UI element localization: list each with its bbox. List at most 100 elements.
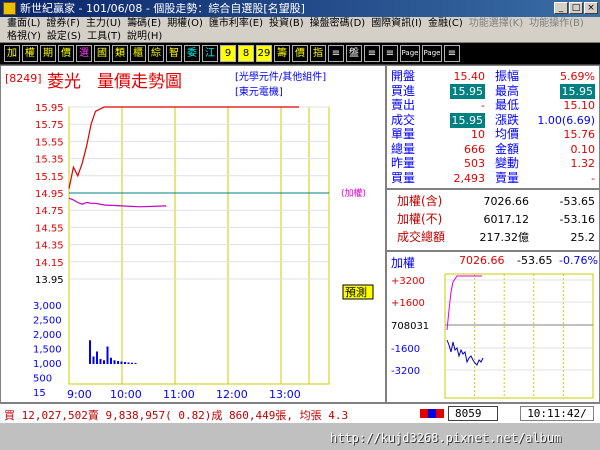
maximize-button[interactable]: □	[569, 2, 583, 14]
menu-item[interactable]: 格視(Y)	[4, 30, 44, 43]
toolbar-button[interactable]: 選	[76, 45, 92, 62]
menu-item[interactable]: 證券(F)	[43, 17, 83, 30]
toolbar-button[interactable]: Page	[422, 45, 442, 62]
index-value: 7026.66	[483, 195, 530, 208]
mini-index-change: -53.65	[517, 254, 553, 267]
menu-item[interactable]: 畫面(L)	[4, 17, 43, 30]
app-icon	[3, 2, 16, 15]
quote-label: 振幅	[495, 69, 520, 83]
quote-value: 2,493	[453, 171, 486, 185]
menu-item[interactable]: 金融(C)	[425, 17, 466, 30]
toolbar-button[interactable]: ≡	[328, 45, 344, 62]
index-change: 25.2	[570, 231, 596, 244]
quote-value: 15.76	[563, 128, 596, 141]
quote-label: 單量	[391, 127, 416, 141]
mini-tick-label: +1600	[391, 298, 425, 309]
toolbar-button[interactable]: 加	[4, 45, 20, 62]
menu-item[interactable]: 說明(H)	[124, 30, 165, 43]
mini-index-pct: -0.76%	[559, 254, 598, 267]
menu-item[interactable]: 功能選擇(K)	[466, 17, 526, 30]
chart-frame	[68, 106, 330, 385]
clock: 10:11:42/	[520, 406, 594, 421]
toolbar-button[interactable]: Page	[400, 45, 420, 62]
price-tick-label: 15.75	[35, 120, 64, 131]
mini-tick-label: -1600	[391, 344, 420, 355]
volume-tick-label: 1,500	[33, 345, 62, 356]
menu-item[interactable]: 籌碼(E)	[124, 17, 164, 30]
indicator-red-2	[436, 409, 444, 418]
quote-label: 漲跌	[495, 112, 520, 127]
quote-value: 15.95	[559, 83, 595, 99]
toolbar-button[interactable]: 8	[238, 45, 254, 62]
quote-value: 15.95	[449, 112, 485, 128]
volume-bar	[106, 346, 109, 364]
price-tick-label: 15.35	[35, 155, 64, 166]
quote-label: 賣出	[391, 98, 416, 112]
menu-item[interactable]: 期權(O)	[164, 17, 206, 30]
quote-label: 成交	[391, 112, 416, 127]
toolbar-button[interactable]: 綜	[148, 45, 164, 62]
toolbar-button[interactable]: 智	[166, 45, 182, 62]
mini-tick-label: -3200	[391, 366, 420, 377]
toolbar-button[interactable]: 委	[184, 45, 200, 62]
volume-tick-label: 張	[33, 402, 43, 403]
toolbar-button[interactable]: 價	[292, 45, 308, 62]
volume-bar	[134, 363, 137, 364]
time-tick-label: 10:00	[110, 388, 142, 401]
close-button[interactable]: ×	[584, 2, 598, 14]
footer: http://kujd3268.pixnet.net/album	[0, 423, 600, 450]
volume-bar	[120, 361, 123, 364]
quote-value: 1.00(6.69)	[537, 113, 595, 127]
quote-label: 賣量	[495, 170, 520, 185]
quote-label: 買進	[391, 83, 416, 98]
toolbar-button[interactable]: 盤	[346, 45, 362, 62]
toolbar-button[interactable]: 櫃	[130, 45, 146, 62]
toolbar-button[interactable]: 籌	[274, 45, 290, 62]
toolbar-button[interactable]: ≡	[364, 45, 380, 62]
menu-item[interactable]: 國際資訊(I)	[368, 17, 425, 30]
quote-value: 5.69%	[560, 70, 595, 83]
menu-item[interactable]: 工具(T)	[84, 30, 124, 43]
quote-value: 10	[471, 128, 485, 141]
mini-tick-label: 708031	[391, 321, 429, 332]
toolbar-button[interactable]: ≡	[382, 45, 398, 62]
menu-item[interactable]: 設定(S)	[44, 30, 84, 43]
toolbar-button[interactable]: 權	[22, 45, 38, 62]
index-line-label: (加權)	[341, 187, 366, 199]
toolbar-button[interactable]: 價	[58, 45, 74, 62]
toolbar-button[interactable]: 9	[220, 45, 236, 62]
toolbar-button[interactable]: 指	[310, 45, 326, 62]
quote-label: 開盤	[391, 69, 416, 83]
volume-bar	[99, 359, 102, 364]
volume-tick-label: 3,000	[33, 301, 62, 312]
title-bar: 新世紀贏家 - 101/06/08 - 個股走勢：綜合自選股[名望股]	[0, 0, 600, 17]
stock-code-input[interactable]: 8059	[448, 406, 498, 421]
chart-panel: [8249] 菱光 量價走勢圖 [光學元件/其他組件] [東元電機] 9:00 1…	[0, 65, 386, 403]
toolbar-button[interactable]: 29	[256, 45, 272, 62]
menu-bar: 畫面(L) 證券(F) 主力(U) 籌碼(E) 期權(O) 匯市利率(E) 投資(B) 操盤密…	[0, 17, 600, 43]
volume-tick-label: 2,000	[33, 330, 62, 341]
menu-row-1: 畫面(L) 證券(F) 主力(U) 籌碼(E) 期權(O) 匯市利率(E) 投資(B) 操盤密…	[4, 17, 587, 30]
menu-item[interactable]: 匯市利率(E)	[206, 17, 266, 30]
menu-item[interactable]: 操盤密碼(D)	[307, 17, 369, 30]
quote-value: -	[591, 171, 595, 185]
menu-item[interactable]: 功能操作(B)	[526, 17, 587, 30]
toolbar-button[interactable]: 國	[94, 45, 110, 62]
toolbar-button[interactable]: ≡	[444, 45, 460, 62]
quote-value: 666	[464, 142, 485, 156]
mini-index-chart: +3200 +1600 708031 -1600 -3200	[391, 273, 594, 399]
toolbar-button[interactable]: 期	[40, 45, 56, 62]
menu-item[interactable]: 投資(B)	[266, 17, 307, 30]
toolbar-button[interactable]: 江	[202, 45, 218, 62]
minimize-button[interactable]: _	[554, 2, 568, 14]
menu-item[interactable]: 主力(U)	[83, 17, 124, 30]
indicator-red	[420, 409, 428, 418]
volume-bar	[117, 361, 119, 364]
quote-value: 15.95	[449, 83, 485, 99]
index-label: 成交總額	[397, 230, 446, 244]
toolbar-button[interactable]: 類	[112, 45, 128, 62]
time-tick-label: 9:00	[67, 388, 92, 401]
mini-tick-label: +3200	[391, 276, 425, 287]
quote-value: 15.10	[563, 99, 596, 112]
price-tick-label: 14.55	[35, 223, 64, 234]
